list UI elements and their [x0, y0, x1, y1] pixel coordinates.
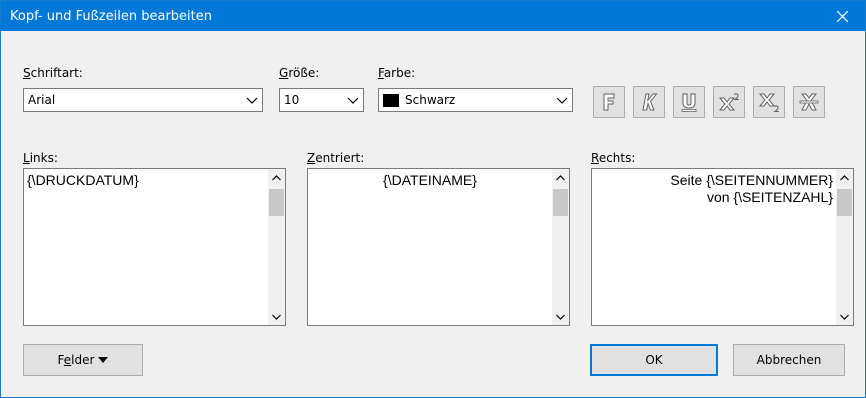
chevron-up-icon: [556, 174, 565, 180]
center-line: {\DATEINAME}: [383, 172, 477, 188]
center-section-label: Zentriert:: [307, 151, 365, 165]
scroll-up-button[interactable]: [836, 169, 853, 186]
size-select-value: 10: [284, 93, 300, 107]
strikethrough-icon: [799, 93, 819, 111]
chevron-down-icon: [556, 97, 568, 104]
scroll-thumb[interactable]: [269, 189, 284, 216]
bold-button[interactable]: [593, 86, 625, 118]
subscript-icon: [758, 93, 779, 113]
chevron-down-icon: [272, 314, 281, 320]
superscript-button[interactable]: [713, 86, 745, 118]
chevron-up-icon: [272, 174, 281, 180]
cancel-button-label: Abbrechen: [756, 353, 822, 367]
chevron-up-icon: [840, 174, 849, 180]
right-section-label: Rechts:: [591, 151, 636, 165]
ok-button-label: OK: [645, 353, 663, 367]
dialog: Kopf- und Fußzeilen bearbeiten Schriftar…: [0, 0, 866, 398]
scroll-thumb[interactable]: [837, 189, 852, 216]
left-text-area[interactable]: {\DRUCKDATUM}: [23, 168, 286, 326]
center-text-content: {\DATEINAME}: [311, 172, 549, 189]
scroll-down-button[interactable]: [268, 308, 285, 325]
font-label: Schriftart:: [23, 66, 83, 80]
color-swatch: [383, 94, 399, 107]
scroll-down-button[interactable]: [552, 308, 569, 325]
dropdown-triangle-icon: [98, 357, 109, 363]
size-label: Größe:: [279, 66, 320, 80]
italic-icon: [642, 93, 658, 111]
italic-button[interactable]: [633, 86, 665, 118]
vertical-scrollbar[interactable]: [552, 169, 569, 325]
chevron-down-icon: [840, 314, 849, 320]
left-section-label: Links:: [23, 151, 58, 165]
subscript-button[interactable]: [753, 86, 785, 118]
underline-button[interactable]: [673, 86, 705, 118]
title-bar: Kopf- und Fußzeilen bearbeiten: [1, 1, 865, 31]
vertical-scrollbar[interactable]: [268, 169, 285, 325]
color-select[interactable]: Schwarz: [378, 88, 573, 112]
window-title: Kopf- und Fußzeilen bearbeiten: [10, 9, 213, 24]
left-text-content: {\DRUCKDATUM}: [27, 172, 265, 189]
right-line: Seite {\SEITENNUMMER}: [670, 172, 833, 188]
scroll-down-button[interactable]: [836, 308, 853, 325]
superscript-icon: [718, 93, 739, 111]
scroll-thumb[interactable]: [553, 189, 568, 216]
font-select[interactable]: Arial: [23, 88, 263, 112]
ok-button[interactable]: OK: [590, 344, 718, 376]
close-icon: [836, 10, 848, 22]
size-select[interactable]: 10: [279, 88, 364, 112]
color-label: Farbe:: [378, 66, 416, 80]
right-text-content: Seite {\SEITENNUMMER} von {\SEITENZAHL}: [595, 172, 833, 206]
cancel-button[interactable]: Abbrechen: [733, 344, 845, 376]
scroll-up-button[interactable]: [268, 169, 285, 186]
vertical-scrollbar[interactable]: [836, 169, 853, 325]
left-line: {\DRUCKDATUM}: [27, 172, 139, 188]
chevron-down-icon: [556, 314, 565, 320]
scroll-up-button[interactable]: [552, 169, 569, 186]
right-text-area[interactable]: Seite {\SEITENNUMMER} von {\SEITENZAHL}: [591, 168, 854, 326]
underline-icon: [681, 93, 697, 112]
right-line: von {\SEITENZAHL}: [706, 189, 833, 205]
center-text-area[interactable]: {\DATEINAME}: [307, 168, 570, 326]
close-button[interactable]: [819, 1, 865, 31]
strikethrough-button[interactable]: [793, 86, 825, 118]
fields-button-label: Felder: [57, 353, 95, 367]
chevron-down-icon: [347, 97, 359, 104]
fields-button[interactable]: Felder: [23, 344, 143, 376]
bold-icon: [603, 93, 615, 111]
color-select-value: Schwarz: [405, 93, 456, 107]
chevron-down-icon: [246, 97, 258, 104]
font-select-value: Arial: [28, 93, 56, 107]
